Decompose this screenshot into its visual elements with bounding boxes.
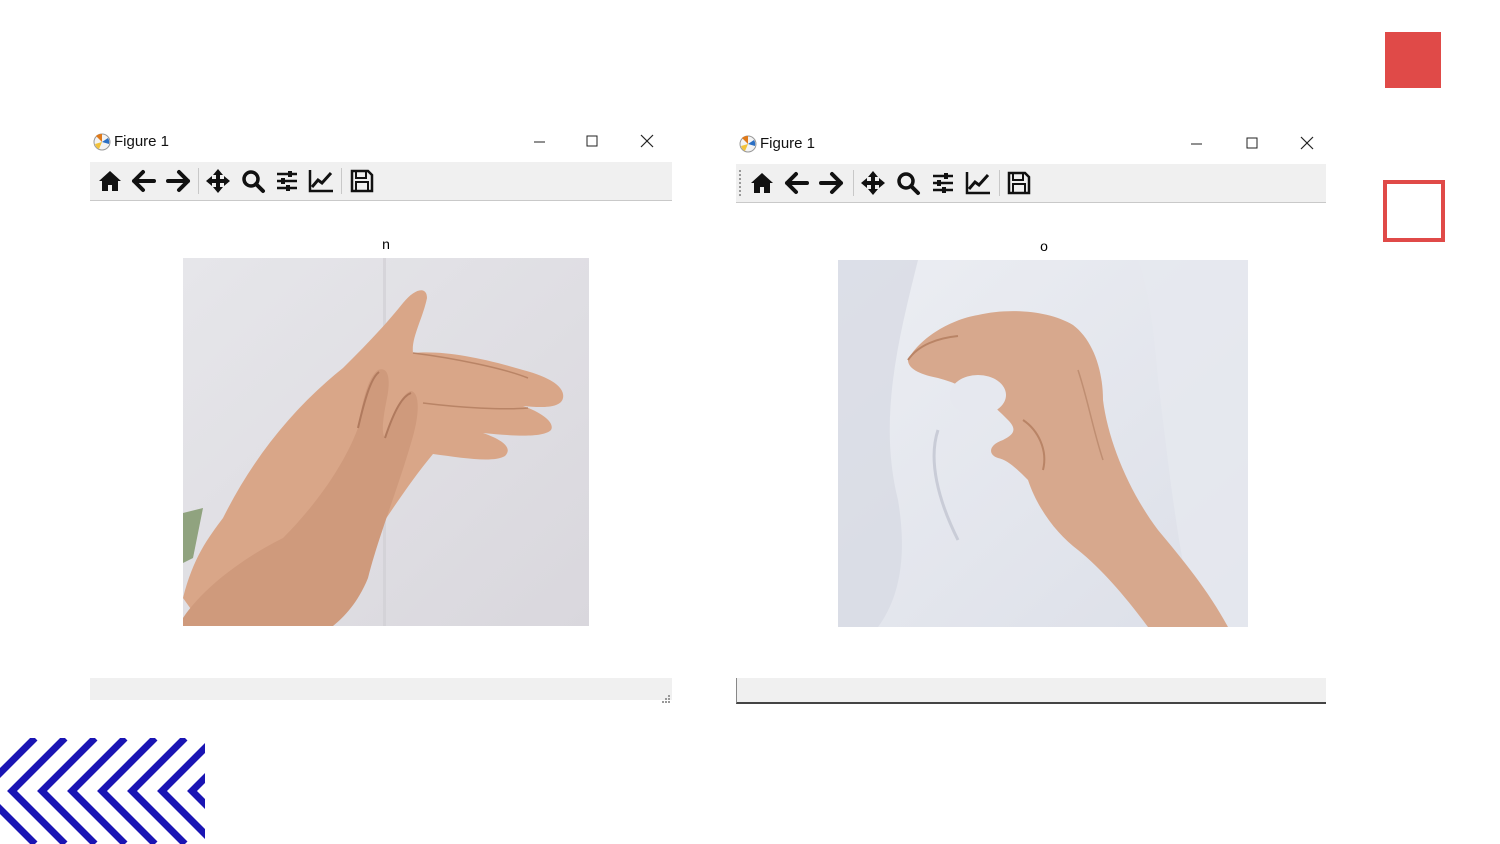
axes-edit-icon[interactable]: [963, 168, 993, 198]
axes-edit-icon[interactable]: [306, 166, 336, 196]
save-icon[interactable]: [347, 166, 377, 196]
window-title: Figure 1: [114, 133, 170, 150]
pan-icon[interactable]: [858, 168, 888, 198]
figure-window-1: Figure 1 n: [90, 126, 672, 703]
toolbar-separator: [999, 170, 1000, 196]
toolbar-grip[interactable]: [739, 170, 742, 196]
decorative-red-outline-square: [1383, 180, 1445, 242]
forward-arrow-icon[interactable]: [816, 168, 846, 198]
title-bar[interactable]: Figure 1: [90, 126, 672, 160]
figure-title: n: [382, 236, 390, 252]
window-title: Figure 1: [760, 135, 816, 152]
forward-arrow-icon[interactable]: [163, 166, 193, 196]
hand-sign-image: [183, 258, 589, 626]
figure-title: o: [1040, 238, 1048, 254]
back-arrow-icon[interactable]: [129, 166, 159, 196]
maximize-button[interactable]: [579, 130, 605, 154]
subplots-icon[interactable]: [272, 166, 302, 196]
hand-sign-image: [838, 260, 1248, 627]
navigation-toolbar: [90, 162, 672, 201]
toolbar-separator: [341, 168, 342, 194]
decorative-chevron-pattern: [0, 738, 205, 844]
zoom-icon[interactable]: [238, 166, 268, 196]
status-bar: [90, 678, 672, 703]
navigation-toolbar: [736, 164, 1326, 203]
back-arrow-icon[interactable]: [782, 168, 812, 198]
minimize-button[interactable]: [1184, 132, 1210, 156]
zoom-icon[interactable]: [893, 168, 923, 198]
matplotlib-app-icon: [738, 134, 758, 154]
save-icon[interactable]: [1004, 168, 1034, 198]
figure-window-2: Figure 1 o: [736, 128, 1326, 704]
matplotlib-app-icon: [92, 132, 112, 152]
minimize-button[interactable]: [527, 130, 553, 154]
pan-icon[interactable]: [203, 166, 233, 196]
maximize-button[interactable]: [1239, 132, 1265, 156]
home-icon[interactable]: [747, 168, 777, 198]
resize-grip-icon[interactable]: [662, 690, 670, 703]
title-bar[interactable]: Figure 1: [736, 128, 1326, 162]
status-bar: [736, 678, 1326, 704]
toolbar-separator: [853, 170, 854, 196]
close-button[interactable]: [1294, 132, 1320, 156]
toolbar-separator: [198, 168, 199, 194]
decorative-red-square: [1385, 32, 1441, 88]
close-button[interactable]: [634, 130, 660, 154]
home-icon[interactable]: [95, 166, 125, 196]
subplots-icon[interactable]: [928, 168, 958, 198]
